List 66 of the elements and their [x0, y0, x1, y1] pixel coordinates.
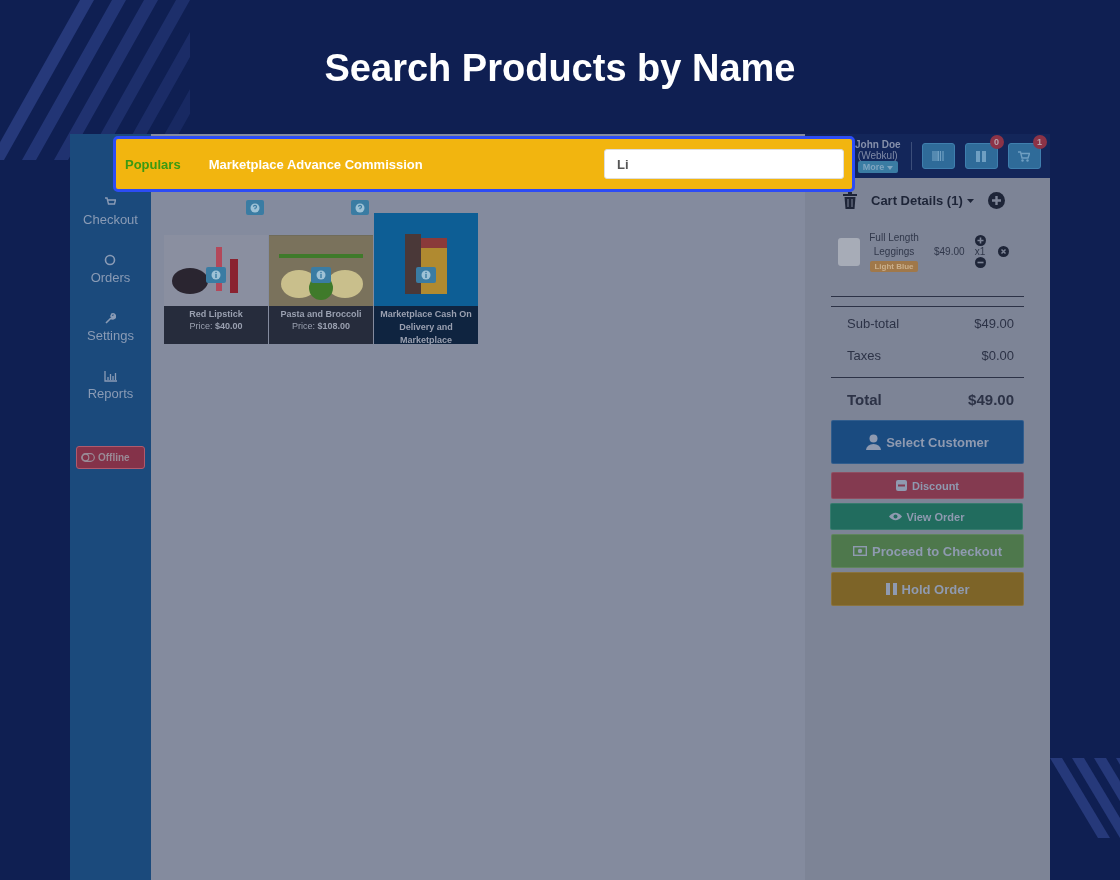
total-label: Total — [847, 390, 882, 408]
trash-icon[interactable] — [843, 192, 857, 209]
minus-circle-icon[interactable] — [974, 257, 986, 268]
category-tab[interactable]: Marketplace Advance Commission — [208, 156, 423, 172]
wrench-icon — [104, 312, 117, 324]
action-button[interactable]: Hold Order — [831, 572, 1024, 606]
add-circle-icon[interactable] — [987, 192, 1005, 209]
cart-button[interactable] — [1007, 143, 1041, 169]
minus-square-icon — [895, 480, 907, 491]
pause-button[interactable] — [964, 143, 998, 169]
cart-icon — [1018, 150, 1031, 162]
bar-chart-icon — [103, 370, 118, 382]
page-title: Search Products by Name — [324, 46, 796, 90]
info-icon[interactable] — [311, 267, 331, 283]
barcode-icon — [932, 151, 945, 161]
action-button[interactable]: Proceed to Checkout — [831, 534, 1024, 568]
help-icon[interactable] — [246, 200, 264, 215]
cart-icon — [104, 196, 117, 208]
sidebar-item[interactable]: Orders — [90, 254, 131, 296]
eye-icon — [888, 512, 902, 521]
action-button[interactable]: Discount — [831, 472, 1024, 499]
barcode-button[interactable] — [921, 143, 955, 169]
sidebar-item[interactable]: Reports — [87, 370, 134, 412]
user-name: John Doe — [855, 139, 901, 150]
product-card[interactable]: Pasta and Broccoli Price: $108.00 — [269, 200, 373, 344]
pause-icon — [976, 150, 987, 162]
money-icon — [853, 546, 867, 556]
offline-button[interactable]: Offline — [76, 446, 145, 469]
subtotal-value: $49.00 — [974, 315, 1014, 331]
caret-icon — [886, 166, 893, 170]
count-badge: 0 — [989, 135, 1004, 149]
total-value: $49.00 — [968, 390, 1014, 408]
remove-icon[interactable] — [997, 246, 1009, 257]
caret-icon — [966, 198, 974, 203]
plus-circle-icon[interactable] — [974, 235, 986, 246]
product-name: Red Lipstick — [189, 308, 243, 321]
sidebar-item[interactable]: Checkout — [83, 196, 138, 238]
action-button[interactable]: View Order — [830, 503, 1023, 530]
pause-icon — [885, 583, 897, 595]
product-price: Price: $40.00 — [189, 321, 243, 331]
info-icon[interactable] — [416, 267, 436, 283]
user-icon — [866, 434, 882, 450]
info-icon[interactable] — [206, 267, 226, 283]
action-button[interactable]: Select Customer — [831, 420, 1024, 464]
help-icon[interactable] — [351, 200, 369, 215]
cart-item-price: $49.00 — [934, 246, 965, 257]
product-card[interactable]: Red Lipstick Price: $40.00 — [164, 200, 268, 344]
search-field[interactable]: Li — [604, 149, 844, 179]
count-badge: 1 — [1032, 135, 1047, 149]
cart-title[interactable]: Cart Details (1) — [871, 193, 974, 208]
product-name: Pasta and Broccoli — [280, 308, 362, 321]
taxes-label: Taxes — [847, 347, 881, 363]
subtotal-label: Sub-total — [847, 315, 900, 331]
more-button[interactable]: More — [857, 161, 898, 173]
cart-item-quantity: x1 — [974, 246, 986, 257]
product-price: Price: $108.00 — [291, 321, 351, 331]
taxes-value: $0.00 — [981, 347, 1014, 363]
toggle-icon — [81, 453, 95, 462]
user-organization: (Webkul) — [857, 150, 898, 161]
cart-item-name: Full Length Leggings — [868, 231, 920, 259]
product-name: Marketplace Cash On Delivery and Marketplace — [379, 308, 473, 347]
product-thumbnail — [838, 237, 860, 266]
category-tab[interactable]: Populars — [125, 156, 181, 172]
sidebar-item[interactable]: Settings — [87, 312, 134, 354]
circle-icon — [104, 254, 117, 266]
variant-tag: Light Blue — [870, 261, 918, 272]
